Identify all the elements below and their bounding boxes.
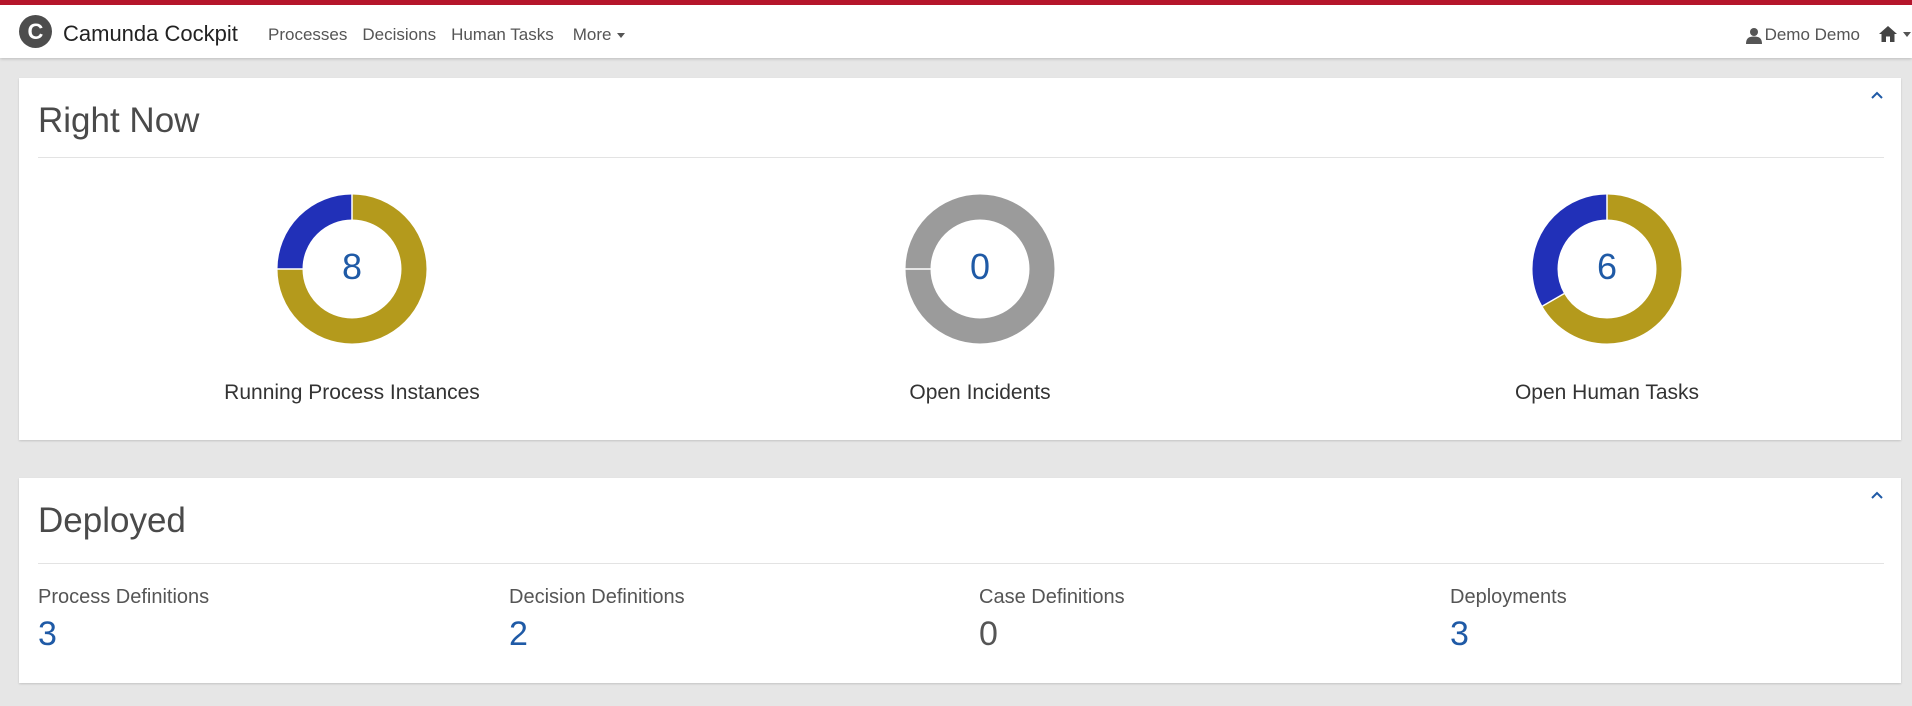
panel-title-deployed: Deployed bbox=[38, 501, 186, 540]
stat-open-human-tasks[interactable]: 6 Open Human Tasks bbox=[1447, 193, 1767, 405]
panel-divider bbox=[38, 157, 1884, 158]
caret-down-icon bbox=[616, 32, 625, 38]
home-menu[interactable] bbox=[1878, 25, 1912, 43]
deployed-deployments[interactable]: Deployments 3 bbox=[1450, 586, 1567, 654]
chevron-up-icon bbox=[1871, 91, 1883, 99]
deployed-label: Decision Definitions bbox=[509, 586, 685, 608]
main-nav: Processes Decisions Human Tasks More bbox=[268, 25, 625, 45]
deployed-count[interactable]: 2 bbox=[509, 615, 685, 654]
home-icon bbox=[1879, 26, 1897, 42]
stat-label: Open Human Tasks bbox=[1514, 381, 1700, 404]
deployed-count: 0 bbox=[979, 615, 998, 653]
nav-human-tasks[interactable]: Human Tasks bbox=[451, 25, 554, 45]
stat-label: Open Incidents bbox=[909, 381, 1051, 404]
stat-running-process-instances[interactable]: 8 Running Process Instances bbox=[192, 193, 512, 405]
chevron-up-icon bbox=[1871, 491, 1883, 499]
nav-more-label: More bbox=[572, 25, 612, 44]
top-navbar: C Camunda Cockpit Processes Decisions Hu… bbox=[0, 0, 1912, 58]
deployed-panel: Deployed Process Definitions 3 Decision … bbox=[19, 478, 1901, 683]
deployed-process-definitions[interactable]: Process Definitions 3 bbox=[38, 586, 209, 654]
nav-more-dropdown[interactable]: More bbox=[573, 25, 625, 45]
deployed-label: Process Definitions bbox=[38, 586, 210, 608]
nav-decisions[interactable]: Decisions bbox=[362, 25, 436, 45]
panel-divider bbox=[38, 563, 1884, 564]
caret-down-icon bbox=[1903, 31, 1911, 37]
deployed-decision-definitions[interactable]: Decision Definitions 2 bbox=[509, 586, 685, 654]
deployed-case-definitions: Case Definitions 0 bbox=[979, 586, 1125, 654]
stat-value[interactable]: 6 bbox=[1447, 245, 1767, 289]
stat-value[interactable]: 8 bbox=[192, 245, 512, 289]
panel-title-right-now: Right Now bbox=[38, 101, 200, 140]
collapse-right-now-button[interactable] bbox=[1869, 88, 1885, 102]
nav-processes[interactable]: Processes bbox=[268, 25, 347, 45]
deployed-label: Deployments bbox=[1450, 586, 1567, 608]
collapse-deployed-button[interactable] bbox=[1869, 488, 1885, 502]
stat-value[interactable]: 0 bbox=[820, 245, 1140, 289]
deployed-count[interactable]: 3 bbox=[1450, 615, 1567, 654]
deployed-count[interactable]: 3 bbox=[38, 615, 209, 654]
user-name: Demo Demo bbox=[1764, 25, 1860, 44]
user-icon bbox=[1745, 27, 1762, 44]
right-now-panel: Right Now 8 Running Process Instances 0 … bbox=[19, 78, 1901, 440]
app-title[interactable]: Camunda Cockpit bbox=[63, 21, 238, 47]
deployed-label: Case Definitions bbox=[979, 586, 1125, 608]
stat-open-incidents[interactable]: 0 Open Incidents bbox=[820, 193, 1140, 405]
user-menu[interactable]: Demo Demo bbox=[1745, 25, 1860, 45]
stat-label: Running Process Instances bbox=[224, 381, 480, 404]
camunda-logo[interactable]: C bbox=[19, 15, 52, 48]
